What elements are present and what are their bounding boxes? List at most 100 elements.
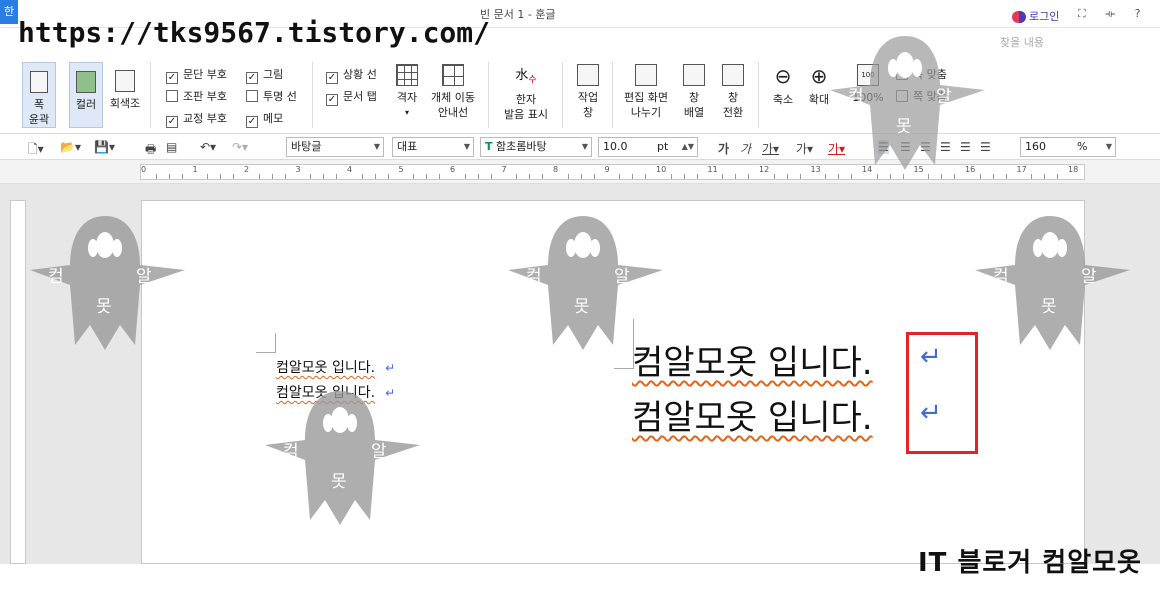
ruler-tick — [748, 174, 750, 179]
align-split-icon[interactable]: ☰ — [980, 140, 991, 154]
save-icon[interactable]: 💾▾ — [94, 140, 115, 154]
split-view-label: 편집 화면 나누기 — [624, 91, 668, 119]
ruler-tick — [233, 174, 235, 179]
ruler-number: 8 — [553, 165, 559, 174]
new-doc-icon[interactable]: 🗋▾ — [28, 140, 44, 161]
para-mark-check[interactable]: ✓ 문단 부호 — [166, 66, 227, 84]
status-line-check[interactable]: ✓ 상황 선 — [326, 66, 377, 84]
login-button[interactable]: 로그인 — [1012, 8, 1059, 24]
ruler-tick — [683, 174, 685, 179]
ruler-tick — [155, 174, 157, 179]
work-window-button[interactable]: 작업 창 — [570, 64, 606, 120]
align-distribute-icon[interactable]: ☰ — [960, 140, 971, 154]
zoom-in-label: 확대 — [808, 93, 830, 106]
full-outline-button[interactable]: 폭 윤곽 — [22, 62, 56, 128]
find-input[interactable]: 찾을 내용 — [1000, 34, 1044, 50]
zoom-out-label: 축소 — [772, 93, 794, 106]
ruler-tick — [310, 174, 312, 179]
font-size-input[interactable]: 10.0 pt ▲▼ — [598, 137, 698, 157]
arrange-window-button[interactable]: 창 배열 — [678, 64, 710, 120]
bold-icon[interactable]: 가 — [718, 140, 729, 157]
open-folder-icon[interactable]: 📂▾ — [60, 140, 81, 154]
control-code-check[interactable]: 조판 부호 — [166, 88, 227, 104]
ruler-tick — [735, 174, 737, 179]
ruler-tick — [336, 174, 338, 179]
picture-check[interactable]: ✓ 그림 — [246, 66, 283, 84]
vertical-ruler[interactable] — [10, 200, 26, 564]
blog-signature: IT 블로거 컴알모옷 — [918, 548, 1142, 578]
zoom-in-button[interactable]: ⊕ 확대 — [802, 64, 836, 107]
ruler-tick — [928, 174, 930, 179]
proofread-mark-check[interactable]: ✓ 교정 부호 — [166, 110, 227, 128]
ruler-tick — [567, 174, 569, 179]
memo-check[interactable]: ✓ 메모 — [246, 110, 283, 128]
split-view-button[interactable]: 편집 화면 나누기 — [620, 64, 672, 120]
grid-button[interactable]: 격자 ▾ — [392, 64, 422, 120]
arrange-window-icon — [683, 64, 705, 86]
ruler-tick — [1044, 174, 1046, 179]
ribbon: 폭 윤곽 컬러 회색조 ✓ 문단 부호 조판 부호 ✓ 교정 부호 ✓ 그림 투명 선… — [0, 56, 1160, 134]
document-line[interactable]: 컴알모옷 입니다. ↵ — [276, 357, 395, 377]
print-icon[interactable]: 🖶 — [145, 140, 156, 161]
undo-icon[interactable]: ↶▾ — [200, 140, 216, 154]
ruler-tick — [413, 174, 415, 179]
ruler-tick — [593, 174, 595, 179]
hanja-button[interactable]: 水수 한자 발음 표시 — [500, 64, 552, 122]
ruler-tick — [361, 174, 363, 179]
align-center-icon[interactable]: ☰ — [920, 140, 931, 154]
ruler-tick — [902, 174, 904, 179]
language-select[interactable]: 대표 ▼ — [392, 137, 474, 157]
transparent-line-check[interactable]: 투명 선 — [246, 88, 297, 104]
italic-icon[interactable]: 가 — [740, 140, 751, 157]
zoom-100-icon: 100 — [857, 64, 879, 86]
font-select[interactable]: T 함초롬바탕 ▼ — [480, 137, 592, 157]
ruler-number: 6 — [450, 165, 456, 174]
document-tab-check[interactable]: ✓ 문서 탭 — [326, 88, 377, 106]
ruler-tick — [1057, 174, 1059, 179]
ruler-tick — [1005, 174, 1007, 179]
ruler-tick — [426, 174, 428, 179]
switch-window-button[interactable]: 창 전환 — [716, 64, 750, 120]
window-controls[interactable]: ⛶ ⟛ ? — [1078, 7, 1149, 21]
ruler-tick — [941, 174, 943, 179]
redo-icon[interactable]: ↷▾ — [232, 140, 248, 154]
ruler-number: 10 — [656, 165, 667, 174]
color-button[interactable]: 컬러 — [69, 62, 103, 128]
strikethrough-icon[interactable]: 가▾ — [796, 140, 813, 157]
ruler-number: 1 — [192, 165, 198, 174]
zoom-input[interactable]: 160% ▼ — [1020, 137, 1116, 157]
grayscale-label: 회색조 — [109, 97, 141, 110]
color-icon — [76, 71, 96, 93]
object-guide-button[interactable]: 개체 이동 안내선 — [428, 64, 478, 120]
switch-window-icon — [722, 64, 744, 86]
align-right-icon[interactable]: ☰ — [940, 140, 951, 154]
underline-icon[interactable]: 가▾ — [762, 140, 779, 157]
ruler-tick — [271, 174, 273, 179]
style-select[interactable]: 바탕글 ▼ — [286, 137, 384, 157]
preview-icon[interactable]: ▤ — [166, 140, 177, 154]
ruler-tick — [258, 174, 260, 179]
font-color-icon[interactable]: 가▾ — [828, 140, 845, 157]
ruler-tick — [825, 174, 827, 179]
horizontal-ruler[interactable]: 0 1 2 3 4 5 6 7 8 9 10 11 12 13 14 15 16 17 18 — [140, 164, 1085, 180]
align-left-icon[interactable]: ☰ — [900, 140, 911, 154]
zoom-100-button[interactable]: 100 100% — [848, 64, 888, 105]
ruler-number: 2 — [244, 165, 250, 174]
zoom-out-icon: ⊖ — [774, 64, 792, 88]
zoom-out-button[interactable]: ⊖ 축소 — [766, 64, 800, 107]
ruler-tick — [979, 174, 981, 179]
ruler-number: 18 — [1068, 165, 1079, 174]
fit-page-button[interactable]: 쪽 맞춤 — [896, 88, 947, 104]
zoomed-document-line: 컴알모옷 입니다. — [632, 398, 873, 438]
ruler-tick — [632, 174, 634, 179]
grayscale-button[interactable]: 회색조 — [108, 62, 142, 128]
arrange-window-label: 창 배열 — [683, 91, 705, 119]
ruler-number: 4 — [347, 165, 353, 174]
ribbon-divider — [612, 62, 613, 128]
page-outline-icon — [30, 71, 48, 93]
fit-width-button[interactable]: 폭 맞춤 — [896, 66, 947, 82]
document-line[interactable]: 컴알모옷 입니다. ↵ — [276, 382, 395, 402]
ruler-number: 0 — [141, 165, 147, 174]
align-justify-icon[interactable]: ☰ — [878, 140, 889, 154]
ruler-tick — [645, 174, 647, 179]
